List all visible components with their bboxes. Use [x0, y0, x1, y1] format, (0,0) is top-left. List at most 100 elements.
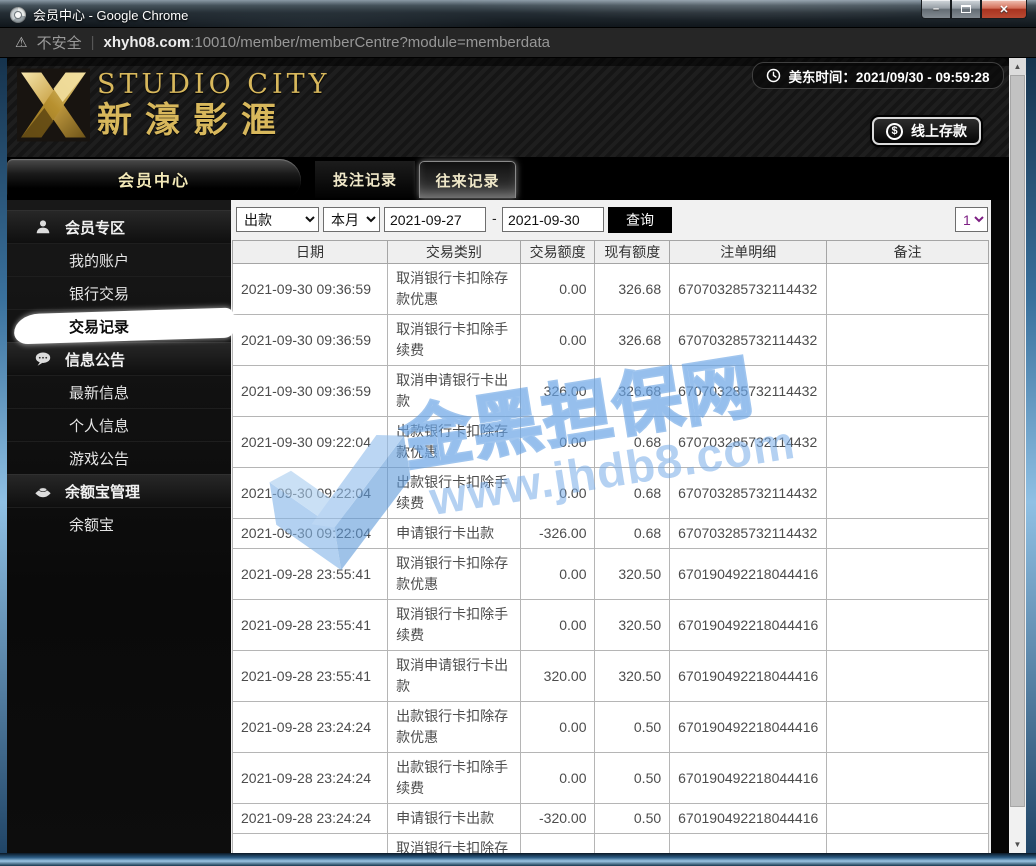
column-header: 现有额度 [594, 240, 671, 264]
table-cell: -326.00 [519, 518, 596, 549]
table-cell: 0.68 [594, 416, 671, 468]
page-select[interactable]: 1 [955, 207, 988, 232]
table-cell: 670190492218044416 [669, 548, 828, 600]
table-cell [826, 803, 989, 834]
tab-transaction-records[interactable]: 往来记录 [419, 161, 516, 198]
table-cell: 0.00 [519, 263, 596, 315]
table-cell [826, 416, 989, 468]
sidebar-item-personal-info[interactable]: 个人信息 [7, 408, 231, 441]
period-select[interactable]: 本月 [323, 207, 380, 232]
studio-city-logo-icon [17, 68, 90, 142]
table-header-row: 日期 交易类别 交易额度 现有额度 注单明细 备注 [232, 240, 989, 264]
table-row: 2021-09-30 09:36:59 取消银行卡扣除存款优惠 0.00 326.68… [232, 263, 989, 315]
table-cell: 670703285732114432 [669, 365, 828, 417]
table-body: 2021-09-30 09:36:59 取消银行卡扣除存款优惠 0.00 326.68… [232, 263, 989, 853]
table-row: 2021-09-28 23:55:41 取消申请银行卡出款 320.00 320.50… [232, 650, 989, 702]
section-title: 信息公告 [65, 351, 126, 369]
brand-name-zh: 新濠影滙 [97, 101, 290, 140]
site-header: STUDIO CITY 新濠影滙 美东时间：2021/09/30 - 09:59… [7, 58, 1009, 157]
minimize-button[interactable]: – [921, 0, 951, 19]
table-cell: 0.00 [519, 599, 596, 651]
security-label[interactable]: 不安全 [37, 32, 82, 53]
minimize-icon: – [932, 3, 940, 15]
column-header: 备注 [826, 240, 989, 264]
table-cell [826, 263, 989, 315]
search-button[interactable]: 查询 [608, 207, 672, 233]
table-cell: 2021-09-28 23:24:24 [232, 752, 389, 804]
table-cell: 0.50 [594, 803, 671, 834]
arrow-up-icon: ▲ [1013, 62, 1022, 71]
table-cell: 申请银行卡出款 [387, 803, 521, 834]
window-title: 会员中心 - Google Chrome [33, 8, 189, 23]
tab-label: 投注记录 [332, 172, 397, 189]
table-cell: 670190492218044416 [669, 701, 828, 753]
table-cell: 326.68 [594, 263, 671, 315]
table-cell: 2021-09-30 09:36:59 [232, 365, 389, 417]
table-cell: 670703285732114432 [669, 518, 828, 549]
table-cell: 2021-09-28 23:55:41 [232, 650, 389, 702]
address-bar[interactable]: ⚠ 不安全 | xhyh08.com:10010/member/memberCe… [0, 28, 1036, 58]
online-deposit-button[interactable]: $ 线上存款 [872, 117, 981, 145]
table-row: 2021-09-30 09:36:59 取消银行卡扣除手续费 0.00 326.68 6… [232, 314, 989, 366]
sidebar-section-announcements[interactable]: 信息公告 [7, 342, 231, 375]
nav-row: 会员中心 投注记录 往来记录 [7, 157, 1009, 200]
table-row: 2021-09-28 19:58:31取消银行卡扣除存款优惠0.00320.50… [232, 833, 989, 853]
table-cell: 申请银行卡出款 [387, 518, 521, 549]
column-header: 日期 [232, 240, 389, 264]
brand-name-en: STUDIO CITY [97, 69, 331, 100]
url-text[interactable]: xhyh08.com:10010/member/memberCentre?mod… [103, 34, 549, 51]
records-table-wrap: 日期 交易类别 交易额度 现有额度 注单明细 备注 2021-09-30 09:36:59… [232, 240, 990, 853]
column-header: 交易额度 [519, 240, 596, 264]
sidebar-item-bank-transaction[interactable]: 银行交易 [7, 276, 231, 309]
column-header: 注单明细 [669, 240, 828, 264]
table-cell: 0.00 [519, 416, 596, 468]
table-row: 2021-09-28 23:24:24 申请银行卡出款 -320.00 0.50 670… [232, 803, 989, 834]
tab-betting-records[interactable]: 投注记录 [313, 161, 415, 198]
server-time-panel: 美东时间：2021/09/30 - 09:59:28 [752, 62, 1004, 89]
transaction-type-select[interactable]: 出款 [236, 207, 319, 232]
table-cell: 0.00 [519, 314, 596, 366]
table-cell: 320.50 [594, 650, 671, 702]
table-cell: 670190492218044416 [669, 752, 828, 804]
date-from-input[interactable] [384, 207, 486, 232]
table-cell: 0.00 [519, 701, 596, 753]
sidebar-item-my-account[interactable]: 我的账户 [7, 243, 231, 276]
table-row: 2021-09-28 23:55:41 取消银行卡扣除手续费 0.00 320.50 6… [232, 599, 989, 651]
table-cell: 取消银行卡扣除存款优惠 [387, 263, 521, 315]
member-center-header: 会员中心 [7, 159, 301, 198]
table-cell: 0.00 [519, 752, 596, 804]
table-cell: 取消申请银行卡出款 [387, 365, 521, 417]
scroll-down-button[interactable]: ▼ [1009, 836, 1026, 853]
table-cell: 0.68 [594, 518, 671, 549]
site-logo[interactable]: STUDIO CITY 新濠影滙 [17, 68, 330, 142]
table-row: 2021-09-30 09:22:04 出款银行卡扣除手续费 0.00 0.68 670… [232, 467, 989, 519]
table-cell: 326.00 [519, 365, 596, 417]
sidebar-section-yuebao-management[interactable]: 余额宝管理 [7, 474, 231, 507]
vertical-scrollbar[interactable]: ▲ ▼ [1009, 58, 1026, 853]
sidebar-item-transaction-records[interactable]: 交易记录 [7, 309, 231, 342]
scroll-up-button[interactable]: ▲ [1009, 58, 1026, 75]
sidebar-item-latest-info[interactable]: 最新信息 [7, 375, 231, 408]
table-cell [826, 314, 989, 366]
scrollbar-thumb[interactable] [1010, 75, 1025, 807]
sidebar: 会员专区 我的账户 银行交易 交易记录 信息公告 最新信息 个人信息 游戏公告 … [7, 200, 231, 853]
title-bar[interactable]: 会员中心 - Google Chrome – ✕ [0, 0, 1036, 28]
table-cell: 2021-09-30 09:22:04 [232, 467, 389, 519]
url-host: xhyh08.com [103, 34, 191, 51]
content-area: 出款 本月 - 查询 1 [231, 200, 991, 853]
ingot-icon [35, 487, 51, 498]
table-row: 2021-09-30 09:22:04 申请银行卡出款 -326.00 0.68 670… [232, 518, 989, 549]
table-cell: 320.00 [519, 650, 596, 702]
table-cell: 320.50 [594, 599, 671, 651]
table-cell: 670190492218044416 [669, 650, 828, 702]
date-to-input[interactable] [502, 207, 604, 232]
sidebar-item-yuebao[interactable]: 余额宝 [7, 507, 231, 540]
table-row: 2021-09-30 09:36:59 取消申请银行卡出款 326.00 326.68… [232, 365, 989, 417]
table-cell [826, 752, 989, 804]
sidebar-item-game-announcement[interactable]: 游戏公告 [7, 441, 231, 474]
close-button[interactable]: ✕ [981, 0, 1027, 19]
maximize-button[interactable] [951, 0, 981, 19]
close-icon: ✕ [999, 3, 1009, 16]
page-body: STUDIO CITY 新濠影滙 美东时间：2021/09/30 - 09:59… [7, 58, 1009, 853]
sidebar-section-member-zone[interactable]: 会员专区 [7, 210, 231, 243]
